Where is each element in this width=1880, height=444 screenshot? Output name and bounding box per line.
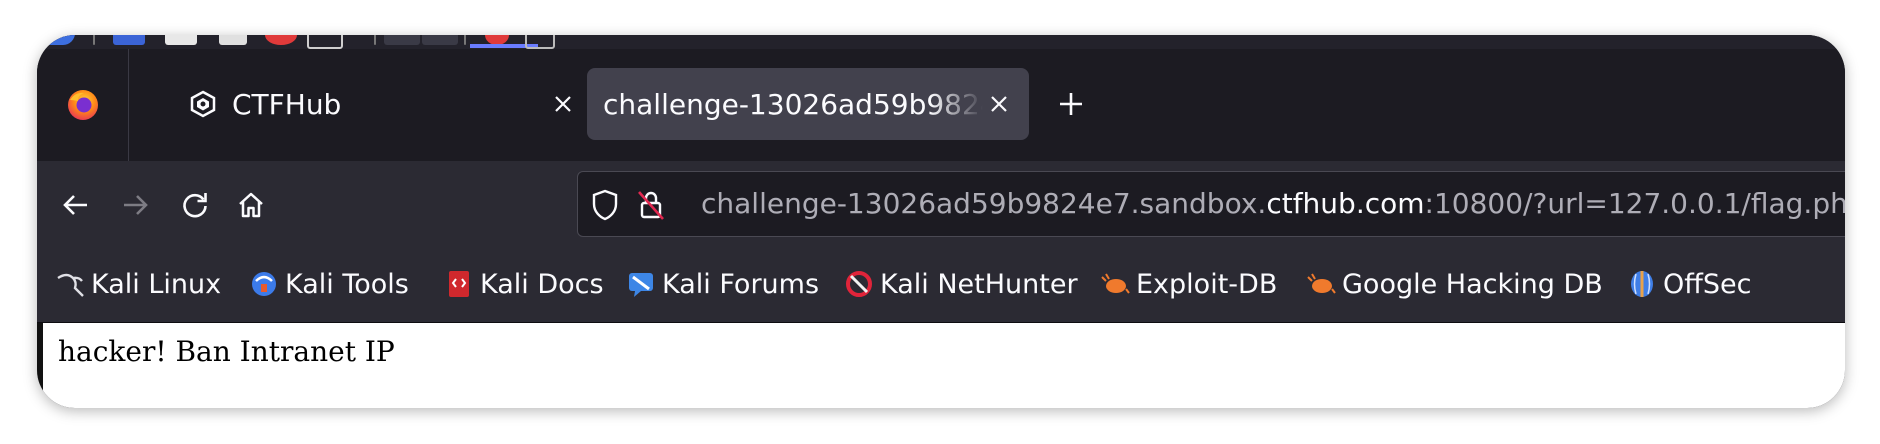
plus-icon bbox=[1060, 93, 1082, 115]
taskbar-app-icon[interactable] bbox=[219, 35, 247, 45]
tab-close-icon[interactable] bbox=[987, 92, 1011, 116]
taskbar-app-icon[interactable] bbox=[307, 35, 343, 49]
home-button[interactable] bbox=[229, 183, 273, 227]
ghdb-icon bbox=[1306, 269, 1336, 299]
home-icon bbox=[239, 192, 263, 218]
taskbar-app-icon[interactable] bbox=[165, 35, 197, 45]
bookmarks-toolbar: Kali Linux Kali Tools Kali Docs Kali For… bbox=[37, 249, 1845, 323]
tab-title: CTFHub bbox=[232, 87, 342, 121]
bookmark-offsec[interactable]: OffSec bbox=[1627, 266, 1751, 302]
url-prefix: challenge-13026ad59b9824e7.sandbox. bbox=[701, 187, 1267, 220]
taskbar-separator bbox=[93, 35, 95, 45]
bookmark-label: Kali Docs bbox=[480, 268, 604, 300]
window-edge bbox=[37, 323, 43, 408]
taskbar-app-icon[interactable] bbox=[37, 35, 75, 45]
taskbar-separator bbox=[374, 35, 376, 45]
tab-challenge[interactable]: challenge-13026ad59b9824e7 bbox=[587, 68, 1029, 140]
tab-title: challenge-13026ad59b9824e7 bbox=[603, 87, 983, 121]
bookmark-kali-tools[interactable]: Kali Tools bbox=[249, 266, 409, 302]
taskbar-workspace[interactable] bbox=[384, 35, 420, 45]
forward-button[interactable] bbox=[113, 183, 157, 227]
bookmark-kali-nethunter[interactable]: Kali NetHunter bbox=[844, 266, 1078, 302]
bookmark-kali-docs[interactable]: Kali Docs bbox=[444, 266, 604, 302]
bookmark-kali-linux[interactable]: Kali Linux bbox=[55, 266, 221, 302]
reload-button[interactable] bbox=[173, 183, 217, 227]
taskbar-separator bbox=[464, 35, 466, 45]
offsec-icon bbox=[1627, 269, 1657, 299]
browser-window: CTFHub challenge-13026ad59b9824e7 bbox=[37, 35, 1845, 408]
page-content: hacker! Ban Intranet IP bbox=[37, 323, 1845, 408]
kali-nethunter-icon bbox=[844, 269, 874, 299]
new-tab-button[interactable] bbox=[1053, 86, 1089, 122]
taskbar-app-icon[interactable] bbox=[525, 35, 555, 49]
navigation-toolbar: challenge-13026ad59b9824e7.sandbox.ctfhu… bbox=[37, 161, 1845, 249]
arrow-right-icon bbox=[124, 195, 148, 215]
bookmark-label: Kali Tools bbox=[285, 268, 409, 300]
arrow-left-icon bbox=[63, 195, 87, 215]
kali-forums-icon bbox=[626, 269, 656, 299]
bookmark-exploit-db[interactable]: Exploit-DB bbox=[1100, 266, 1277, 302]
taskbar-app-icon[interactable] bbox=[265, 35, 297, 45]
taskbar-workspace[interactable] bbox=[422, 35, 458, 45]
insecure-lock-icon[interactable] bbox=[635, 189, 667, 221]
kali-dragon-icon bbox=[55, 269, 85, 299]
firefox-icon bbox=[67, 90, 98, 120]
reload-icon bbox=[183, 193, 207, 218]
taskbar-app-icon[interactable] bbox=[113, 35, 145, 45]
bookmark-label: Kali Linux bbox=[91, 268, 222, 300]
url-text[interactable]: challenge-13026ad59b9824e7.sandbox.ctfhu… bbox=[701, 185, 1845, 223]
bookmark-google-hacking-db[interactable]: Google Hacking DB bbox=[1306, 266, 1603, 302]
tab-close-icon[interactable] bbox=[551, 92, 575, 116]
page-message: hacker! Ban Intranet IP bbox=[58, 335, 395, 368]
kali-tools-icon bbox=[249, 269, 279, 299]
kali-docs-icon bbox=[444, 269, 474, 299]
tracking-protection-shield-icon[interactable] bbox=[589, 189, 621, 221]
tab-strip: CTFHub challenge-13026ad59b9824e7 bbox=[37, 49, 1845, 161]
bookmark-label: Google Hacking DB bbox=[1342, 268, 1603, 300]
firefox-view-button[interactable] bbox=[37, 49, 129, 161]
tab-ctfhub[interactable]: CTFHub bbox=[147, 68, 587, 140]
bookmark-label: OffSec bbox=[1663, 268, 1752, 300]
exploit-db-icon bbox=[1100, 269, 1130, 299]
bookmark-kali-forums[interactable]: Kali Forums bbox=[626, 266, 819, 302]
url-suffix: :10800/?url=127.0.0.1/flag.php bbox=[1424, 187, 1845, 220]
back-button[interactable] bbox=[54, 183, 98, 227]
bookmark-label: Exploit-DB bbox=[1136, 268, 1278, 300]
bookmark-label: Kali NetHunter bbox=[880, 268, 1078, 300]
address-bar[interactable]: challenge-13026ad59b9824e7.sandbox.ctfhu… bbox=[577, 171, 1845, 237]
bookmark-label: Kali Forums bbox=[662, 268, 820, 300]
ctfhub-favicon-icon bbox=[189, 90, 217, 118]
desktop-taskbar-strip bbox=[37, 35, 1845, 49]
url-domain: ctfhub.com bbox=[1266, 187, 1425, 220]
